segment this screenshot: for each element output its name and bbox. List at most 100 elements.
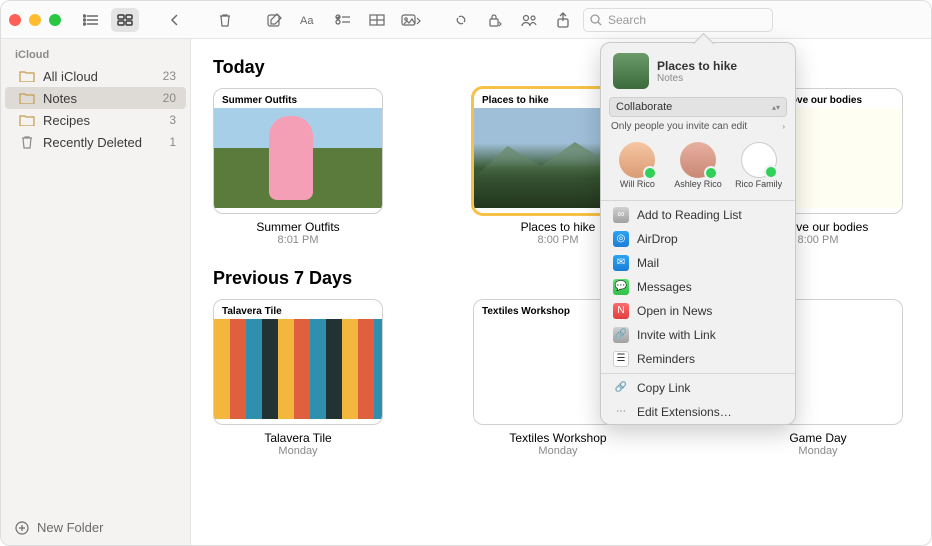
chevron-right-icon: › <box>782 122 785 131</box>
search-field[interactable]: Search <box>583 8 773 32</box>
sidebar-item-count: 20 <box>163 91 176 105</box>
link-icon: 🔗 <box>613 327 629 343</box>
list-view-button[interactable] <box>77 8 105 32</box>
share-person[interactable]: Ashley Rico <box>671 142 725 190</box>
share-action-invite-link[interactable]: 🔗 Invite with Link <box>601 323 795 347</box>
note-title: Textiles Workshop <box>473 431 643 445</box>
search-placeholder: Search <box>608 13 646 27</box>
folder-icon <box>19 112 35 128</box>
back-button[interactable] <box>161 8 189 32</box>
messages-badge-icon <box>643 166 657 180</box>
sidebar-item-label: Notes <box>43 91 77 106</box>
share-action-reading-list[interactable]: ∞ Add to Reading List <box>601 203 795 227</box>
checklist-button[interactable] <box>329 8 357 32</box>
collaborate-mode-select[interactable]: Collaborate ▴▾ <box>609 97 787 117</box>
share-action-messages[interactable]: 💬 Messages <box>601 275 795 299</box>
note-time: Monday <box>473 445 643 457</box>
note-card[interactable]: Talavera Tile Talavera Tile Monday <box>213 299 383 457</box>
sidebar-section-header: iCloud <box>1 39 190 65</box>
sidebar-item-notes[interactable]: Notes 20 <box>5 87 186 109</box>
messages-icon: 💬 <box>613 279 629 295</box>
reminders-icon: ☰ <box>613 351 629 367</box>
collaborate-button[interactable] <box>515 8 543 32</box>
glasses-icon: ∞ <box>613 207 629 223</box>
delete-button[interactable] <box>211 8 239 32</box>
close-window-button[interactable] <box>9 14 21 26</box>
share-popover: Places to hike Notes Collaborate ▴▾ Only… <box>600 42 796 425</box>
trash-icon <box>19 134 35 150</box>
action-label: Reminders <box>637 352 695 366</box>
action-label: Add to Reading List <box>637 208 742 222</box>
share-action-mail[interactable]: ✉ Mail <box>601 251 795 275</box>
action-label: Mail <box>637 256 659 270</box>
share-person[interactable]: Will Rico <box>610 142 664 190</box>
news-icon: N <box>613 303 629 319</box>
new-note-button[interactable] <box>261 8 289 32</box>
lock-button[interactable] <box>481 8 509 32</box>
zoom-window-button[interactable] <box>49 14 61 26</box>
sidebar-item-count: 1 <box>169 135 176 149</box>
person-name: Will Rico <box>620 180 655 190</box>
media-button[interactable] <box>397 8 425 32</box>
table-button[interactable] <box>363 8 391 32</box>
minimize-window-button[interactable] <box>29 14 41 26</box>
note-card[interactable]: Summer Outfits Summer Outfits 8:01 PM <box>213 88 383 246</box>
sidebar-item-recently-deleted[interactable]: Recently Deleted 1 <box>5 131 186 153</box>
action-label: Open in News <box>637 304 712 318</box>
action-label: Messages <box>637 280 692 294</box>
note-thumb-header: Talavera Tile <box>214 300 382 319</box>
plus-circle-icon <box>15 521 29 535</box>
airdrop-icon: ◎ <box>613 231 629 247</box>
action-label: Copy Link <box>637 381 690 395</box>
share-action-edit-extensions[interactable]: ⋯ Edit Extensions… <box>601 400 795 424</box>
share-button[interactable] <box>549 8 577 32</box>
search-icon <box>590 14 602 26</box>
link-button[interactable] <box>447 8 475 32</box>
note-time: Monday <box>733 445 903 457</box>
note-thumbnail: Summer Outfits <box>213 88 383 214</box>
gallery-view-button[interactable] <box>111 8 139 32</box>
note-time: 8:01 PM <box>213 234 383 246</box>
section-title-previous: Previous 7 Days <box>213 268 909 289</box>
share-action-copy-link[interactable]: 🔗 Copy Link <box>601 376 795 400</box>
sidebar-item-label: Recipes <box>43 113 90 128</box>
note-thumbnail: Talavera Tile <box>213 299 383 425</box>
note-time: Monday <box>213 445 383 457</box>
permission-setting[interactable]: Only people you invite can edit › <box>609 121 787 132</box>
content-area: Today Summer Outfits Summer Outfits 8:01… <box>191 39 931 545</box>
person-name: Rico Family <box>735 180 782 190</box>
popover-title: Places to hike <box>657 59 737 73</box>
avatar <box>680 142 716 178</box>
sidebar-item-recipes[interactable]: Recipes 3 <box>5 109 186 131</box>
format-button[interactable]: Aa <box>295 8 323 32</box>
new-folder-label: New Folder <box>37 520 103 535</box>
updown-chevron-icon: ▴▾ <box>772 103 780 112</box>
share-person[interactable]: Rico Family <box>732 142 786 190</box>
note-thumb-header: Summer Outfits <box>214 89 382 108</box>
folder-icon <box>19 68 35 84</box>
sidebar: iCloud All iCloud 23 Notes 20 Recipes 3 … <box>1 39 191 545</box>
sidebar-item-all-icloud[interactable]: All iCloud 23 <box>5 65 186 87</box>
action-label: AirDrop <box>637 232 678 246</box>
share-people-row: Will Rico Ashley Rico Rico Family <box>601 138 795 198</box>
sidebar-item-count: 23 <box>163 69 176 83</box>
messages-badge-icon <box>704 166 718 180</box>
share-action-news[interactable]: N Open in News <box>601 299 795 323</box>
share-action-airdrop[interactable]: ◎ AirDrop <box>601 227 795 251</box>
share-action-reminders[interactable]: ☰ Reminders <box>601 347 795 371</box>
note-title: Summer Outfits <box>213 220 383 234</box>
new-folder-button[interactable]: New Folder <box>1 510 190 545</box>
messages-badge-icon <box>764 165 778 179</box>
previous-grid: Talavera Tile Talavera Tile Monday Texti… <box>213 299 909 457</box>
window-controls <box>9 14 61 26</box>
more-icon: ⋯ <box>613 404 629 420</box>
sidebar-item-label: All iCloud <box>43 69 98 84</box>
sidebar-item-label: Recently Deleted <box>43 135 142 150</box>
sidebar-item-count: 3 <box>169 113 176 127</box>
person-name: Ashley Rico <box>674 180 722 190</box>
permission-label: Only people you invite can edit <box>611 121 747 132</box>
svg-text:Aa: Aa <box>300 15 314 26</box>
avatar <box>619 142 655 178</box>
section-title-today: Today <box>213 57 909 78</box>
popover-note-thumb <box>613 53 649 89</box>
